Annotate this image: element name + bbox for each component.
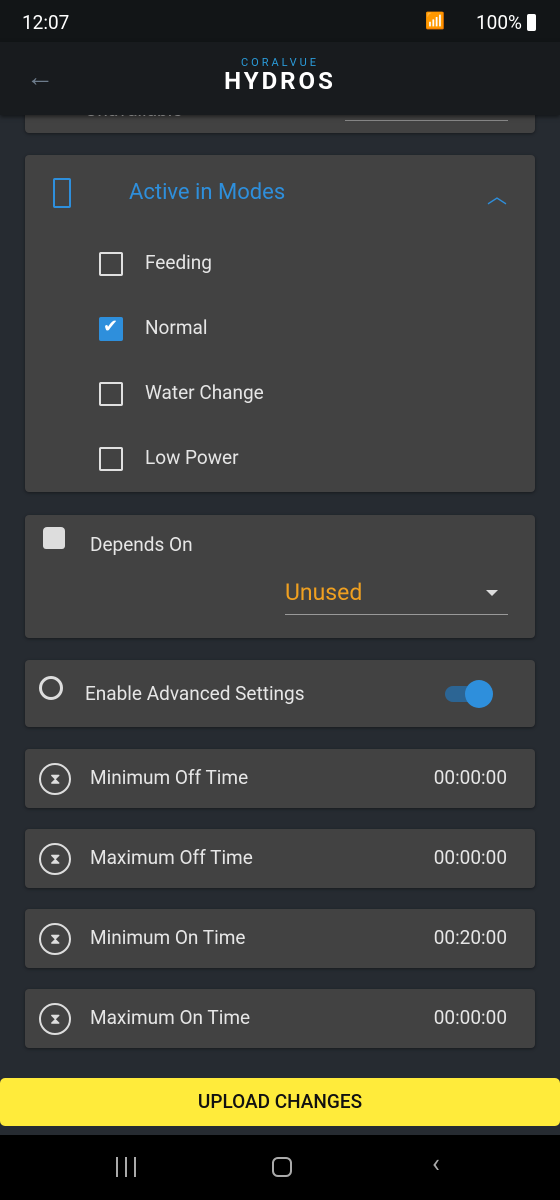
status-bar: 12:07 📶 100% [0, 0, 560, 42]
time-label: Minimum Off Time [90, 766, 249, 789]
mode-label: Low Power [145, 446, 239, 469]
battery-level: 100% [476, 11, 522, 34]
lock-network-icon [43, 527, 65, 549]
toggle-knob [465, 680, 493, 708]
hourglass-icon: ⧗ [39, 763, 71, 795]
time-label: Maximum Off Time [90, 846, 253, 869]
time-value: 00:00:00 [433, 846, 507, 869]
recents-icon[interactable] [116, 1157, 136, 1177]
advanced-label: Enable Advanced Settings [85, 682, 305, 705]
caret-down-icon [486, 590, 498, 602]
hourglass-icon: ⧗ [39, 923, 71, 955]
time-label: Maximum On Time [90, 1006, 251, 1029]
hourglass-icon: ⧗ [39, 843, 71, 875]
time-value: 00:00:00 [433, 1006, 507, 1029]
time-label: Minimum On Time [90, 926, 246, 949]
mode-label: Feeding [145, 251, 212, 274]
field-underline [345, 120, 508, 121]
advanced-toggle[interactable] [445, 680, 493, 708]
time-setting-row[interactable]: ⧗ Minimum On Time 00:20:00 [25, 909, 535, 968]
time-value: 00:20:00 [433, 926, 507, 949]
home-icon[interactable] [272, 1157, 292, 1177]
depends-on-card: Depends On Unused [25, 515, 535, 638]
time-setting-row[interactable]: ⧗ Maximum Off Time 00:00:00 [25, 829, 535, 888]
time-setting-row[interactable]: ⧗ Minimum Off Time 00:00:00 [25, 749, 535, 808]
logo: CORALVUE HYDROS [210, 56, 350, 93]
time-value: 00:00:00 [433, 766, 507, 789]
phone-mode-icon [53, 178, 71, 208]
battery-icon [527, 14, 536, 31]
depends-label: Depends On [90, 533, 193, 556]
logo-main: HYDROS [224, 67, 336, 95]
mode-label: Water Change [145, 381, 264, 404]
active-modes-card: Active in Modes ︿ Feeding ✔ Normal Water… [25, 155, 535, 492]
checkbox[interactable] [99, 382, 123, 406]
status-time: 12:07 [22, 11, 70, 34]
mode-label: Normal [145, 316, 208, 339]
depends-value: Unused [285, 579, 363, 606]
check-icon: ✔ [103, 316, 119, 337]
back-icon[interactable]: ‹ [432, 1149, 440, 1179]
hourglass-icon: ⧗ [39, 1003, 71, 1035]
checkbox[interactable]: ✔ [99, 316, 123, 341]
advanced-settings-card: Enable Advanced Settings [25, 660, 535, 727]
checkbox[interactable] [99, 252, 123, 276]
chevron-up-icon[interactable]: ︿ [487, 180, 507, 209]
app-header: ← CORALVUE HYDROS [0, 42, 560, 115]
checkbox[interactable] [99, 447, 123, 471]
nav-bar: ‹ [0, 1135, 560, 1200]
time-setting-row[interactable]: ⧗ Maximum On Time 00:00:00 [25, 989, 535, 1048]
back-arrow-icon[interactable]: ← [26, 60, 54, 93]
search-gear-icon [39, 676, 63, 700]
modes-title: Active in Modes [129, 180, 286, 205]
upload-label: UPLOAD CHANGES [197, 1090, 363, 1113]
upload-changes-button[interactable]: UPLOAD CHANGES [0, 1078, 560, 1126]
wifi-icon: 📶 [425, 11, 445, 30]
depends-dropdown[interactable]: Unused [285, 575, 508, 615]
